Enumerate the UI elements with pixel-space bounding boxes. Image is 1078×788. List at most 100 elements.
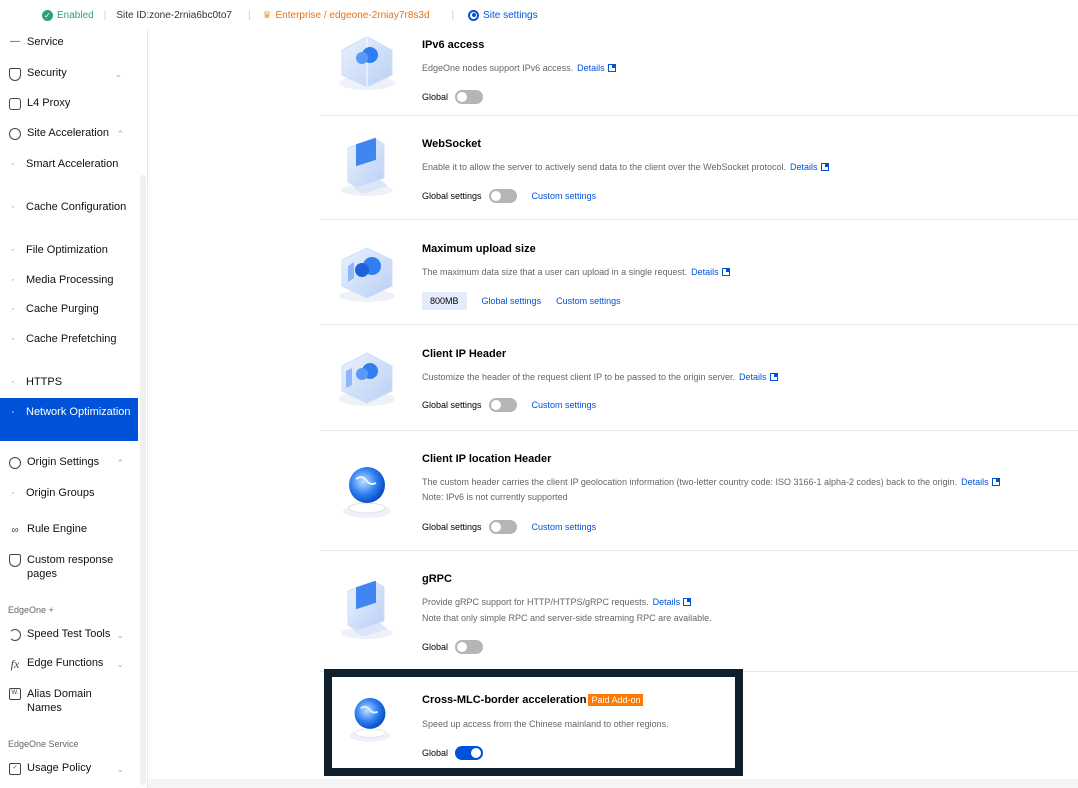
pie-chart-icon: [8, 628, 22, 642]
chevron-down-icon: ⌄: [116, 764, 124, 774]
feature-description: Provide gRPC support for HTTP/HTTPS/gRPC…: [422, 597, 692, 607]
group-label-edgeone-service: EdgeOne Service: [8, 739, 79, 749]
monitor-illustration: [341, 580, 393, 639]
feature-description: Speed up access from the Chinese mainlan…: [422, 719, 669, 729]
sidebar-item-rule-engine[interactable]: ∞ Rule Engine: [0, 523, 138, 537]
sidebar-item-label: HTTPS: [26, 376, 63, 388]
details-link[interactable]: Details: [790, 162, 829, 172]
sidebar-item-speed-test-tools[interactable]: Speed Test Tools ⌄: [0, 628, 138, 642]
details-link[interactable]: Details: [961, 477, 1000, 487]
sidebar-item-cache-purging[interactable]: · Cache Purging: [0, 302, 138, 316]
chevron-up-icon: ⌃: [116, 129, 124, 139]
sidebar-item-label: Site Acceleration: [27, 127, 109, 139]
external-link-icon: [683, 598, 692, 606]
cross-mlc-toggle[interactable]: [455, 746, 484, 760]
ipv6-toggle[interactable]: [455, 90, 484, 104]
feature-cross-mlc-border-acceleration: Cross-MLC-border acceleration Paid Add-on…: [324, 669, 743, 776]
chevron-up-icon: ⌃: [116, 458, 124, 468]
status-indicator: ✓ Enabled: [42, 9, 94, 21]
sidebar-item-label: Service: [27, 36, 64, 48]
feature-note: Note that only simple RPC and server-sid…: [422, 613, 712, 623]
client-ip-location-toggle[interactable]: [488, 520, 517, 534]
paid-addon-badge: Paid Add-on: [588, 694, 644, 706]
custom-settings-link[interactable]: Custom settings: [556, 296, 621, 306]
custom-settings-link[interactable]: Custom settings: [532, 191, 597, 201]
sidebar-item-origin-groups[interactable]: · Origin Groups: [0, 486, 138, 500]
menu-dash-icon: —: [10, 36, 20, 47]
feature-description: Customize the header of the request clie…: [422, 372, 778, 382]
sidebar-item-label: Alias Domain Names: [27, 688, 92, 714]
sidebar-item-edge-functions[interactable]: fx Edge Functions ⌄: [0, 657, 138, 671]
custom-settings-link[interactable]: Custom settings: [532, 400, 597, 410]
sidebar-item-cache-prefetching[interactable]: · Cache Prefetching: [0, 332, 138, 346]
feature-control: Global: [422, 746, 484, 760]
control-label: Global settings: [422, 191, 482, 201]
globe-illustration: [349, 698, 391, 742]
feature-title: IPv6 access: [422, 39, 485, 51]
sidebar-item-origin-settings[interactable]: Origin Settings ⌃: [0, 456, 138, 470]
external-link-icon: [721, 268, 730, 276]
global-settings-link[interactable]: Global settings: [482, 296, 542, 306]
sidebar-item-label: File Optimization: [26, 244, 108, 256]
sidebar-item-security[interactable]: Security ⌄: [0, 67, 138, 81]
upload-size-value: 800MB: [422, 292, 467, 310]
feature-control: Global: [422, 640, 484, 654]
sidebar-item-alias-domain-names[interactable]: W. Alias Domain Names: [0, 687, 138, 715]
feature-title: gRPC: [422, 573, 452, 585]
origin-icon: [8, 456, 22, 470]
details-link[interactable]: Details: [577, 63, 616, 73]
proxy-icon: [8, 97, 22, 111]
chevron-down-icon: ⌄: [114, 69, 122, 79]
feature-client-ip-header: Client IP Header Customize the header of…: [320, 325, 1078, 431]
external-link-icon: [607, 64, 616, 72]
sidebar-item-label: Network Optimization: [26, 406, 131, 418]
feature-description: Enable it to allow the server to activel…: [422, 162, 829, 172]
sidebar-item-network-optimization[interactable]: · Network Optimization: [0, 398, 138, 441]
external-link-icon: [820, 163, 829, 171]
feature-control: 800MB Global settings Custom settings: [422, 292, 621, 310]
sidebar-item-label: Cache Configuration: [26, 201, 127, 213]
feature-title: Cross-MLC-border acceleration Paid Add-on: [422, 694, 644, 706]
control-label: Global settings: [422, 400, 482, 410]
sidebar-item-service[interactable]: — Service: [0, 36, 138, 48]
sidebar-item-label: L4 Proxy: [27, 97, 71, 109]
shield-icon: [8, 67, 22, 81]
sidebar-item-smart-acceleration[interactable]: · Smart Acceleration: [0, 157, 138, 171]
horizontal-scrollbar[interactable]: [148, 779, 1078, 788]
sidebar-item-l4-proxy[interactable]: L4 Proxy: [0, 97, 138, 111]
monitor-illustration: [341, 137, 393, 196]
grpc-toggle[interactable]: [455, 640, 484, 654]
feature-note: Note: IPv6 is not currently supported: [422, 492, 568, 502]
client-ip-header-toggle[interactable]: [488, 398, 517, 412]
sidebar-item-cache-configuration[interactable]: · Cache Configuration: [0, 200, 138, 214]
custom-settings-link[interactable]: Custom settings: [532, 522, 597, 532]
link-icon: ∞: [11, 524, 19, 536]
status-text: Enabled: [57, 9, 94, 21]
shield-badge-icon: [8, 553, 22, 567]
feature-title: Client IP location Header: [422, 453, 552, 465]
sidebar-item-custom-response-pages[interactable]: Custom response pages: [0, 553, 138, 581]
sidebar-item-label: Usage Policy: [27, 762, 92, 774]
details-link[interactable]: Details: [739, 372, 778, 382]
websocket-toggle[interactable]: [488, 189, 517, 203]
external-link-icon: [769, 373, 778, 381]
acceleration-icon: [8, 127, 22, 141]
divider: |: [247, 9, 251, 21]
sidebar-item-label: Rule Engine: [27, 523, 87, 535]
sidebar-item-file-optimization[interactable]: · File Optimization: [0, 243, 138, 257]
check-icon: ✓: [42, 9, 53, 21]
sidebar-item-site-acceleration[interactable]: Site Acceleration ⌃: [0, 127, 138, 141]
divider: |: [103, 9, 107, 21]
control-label: Global: [422, 748, 449, 758]
sidebar-item-label: Security: [27, 67, 67, 79]
sidebar-item-label: Cache Prefetching: [26, 333, 117, 345]
feature-client-ip-location-header: Client IP location Header The custom hea…: [320, 431, 1078, 551]
sidebar-item-https[interactable]: · HTTPS: [0, 375, 138, 389]
feature-title: Client IP Header: [422, 348, 507, 360]
sidebar-item-media-processing[interactable]: · Media Processing: [0, 273, 138, 287]
sidebar-item-usage-policy[interactable]: ✓ Usage Policy ⌄: [0, 762, 138, 776]
details-link[interactable]: Details: [653, 597, 692, 607]
sidebar-item-label: Speed Test Tools: [27, 628, 111, 640]
sidebar-scrollbar[interactable]: [140, 175, 146, 785]
details-link[interactable]: Details: [691, 267, 730, 277]
